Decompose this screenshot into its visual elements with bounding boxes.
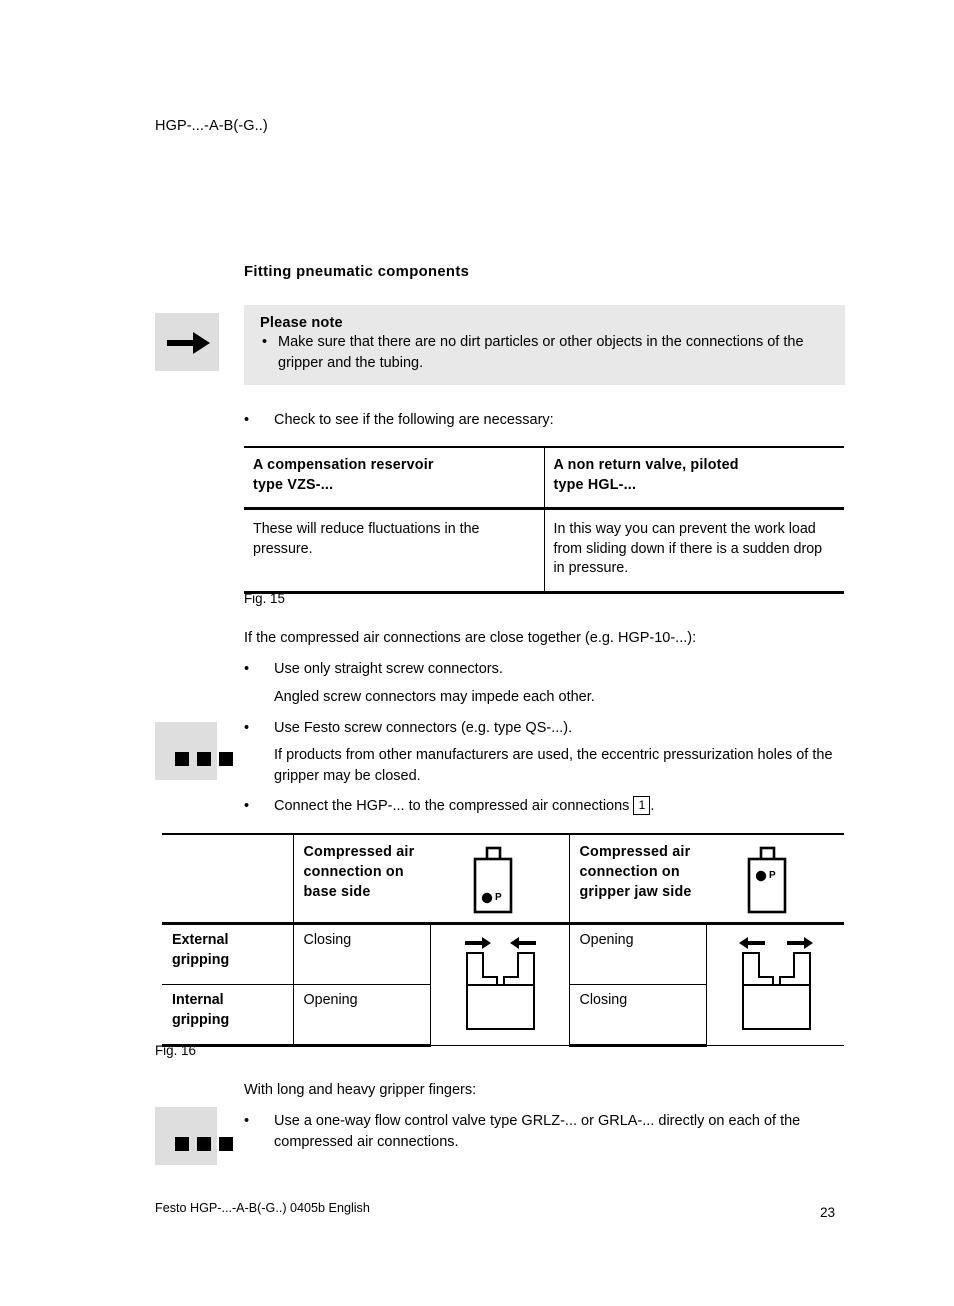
running-header: HGP-...-A-B(-G..) xyxy=(155,118,268,134)
header-base-line2: connection on xyxy=(303,863,404,880)
bottom-intro-paragraph: With long and heavy gripper fingers: xyxy=(244,1082,477,1098)
table2-row-label-external: External gripping xyxy=(162,923,293,985)
bullet-marker: • xyxy=(244,661,250,677)
gripping-behaviour-table: Compressed air connection on base side P xyxy=(162,833,844,1047)
bullet-marker: • xyxy=(244,798,250,814)
dot-square-icon xyxy=(197,752,211,766)
dot-square-icon xyxy=(175,752,189,766)
row-label-internal-line2: gripping xyxy=(172,1011,230,1028)
table2-cell-internal-jaw: Closing xyxy=(568,984,706,1047)
figure-caption-15: Fig. 15 xyxy=(244,591,285,606)
table-row-external: External gripping Closing Opening xyxy=(162,923,844,1046)
section-heading: Fitting pneumatic components xyxy=(244,264,470,280)
table2-header-corner xyxy=(162,833,293,925)
table-row: These will reduce fluctuations in the pr… xyxy=(244,508,844,595)
table1-header-left: A compensation reservoir type VZS-... xyxy=(244,445,545,510)
footer-document-id: Festo HGP-...-A-B(-G..) 0405b English xyxy=(155,1201,370,1215)
gripper-opening-diagram xyxy=(707,925,845,1045)
table-header-row: A compensation reservoir type VZS-... A … xyxy=(244,445,844,510)
dots-icon-box xyxy=(155,722,233,780)
jaw-port-icon: P xyxy=(706,843,844,922)
please-note-title: Please note xyxy=(260,315,343,331)
mid-bullet-1: • Use only straight screw connectors. xyxy=(244,659,854,680)
mid-bullet-1-sub: Angled screw connectors may impede each … xyxy=(274,689,595,705)
please-note-bullet: • Make sure that there are no dirt parti… xyxy=(260,332,831,373)
table1-header-right-line1: A non return valve, piloted xyxy=(553,457,739,473)
table1-cell-left: These will reduce fluctuations in the pr… xyxy=(244,508,545,595)
row-label-internal-line1: Internal xyxy=(172,992,224,1008)
mid-bullet-2-sub: If products from other manufacturers are… xyxy=(274,747,833,785)
necessary-components-table: A compensation reservoir type VZS-... A … xyxy=(244,445,844,595)
gripper-opening-glyph xyxy=(738,937,813,1030)
svg-text:P: P xyxy=(769,870,776,881)
table1-header-right: A non return valve, piloted type HGL-... xyxy=(544,445,844,510)
check-bullet-text: Check to see if the following are necess… xyxy=(274,412,554,428)
table1-header-left-line2: type VZS-... xyxy=(253,476,334,493)
bullet-marker: • xyxy=(244,720,250,736)
dot-square-icon xyxy=(197,1137,211,1151)
dot-square-icon xyxy=(175,1137,189,1151)
table2-cell-external-jaw: Opening xyxy=(568,923,706,985)
row-label-external-line2: gripping xyxy=(172,951,230,968)
bullet-marker: • xyxy=(244,1113,250,1129)
table2-cell-external-base: Closing xyxy=(292,923,430,985)
reference-box-1: 1 xyxy=(633,796,651,816)
dot-square-icon xyxy=(219,752,233,766)
gripper-base-port-glyph: P xyxy=(473,846,513,914)
gripper-closing-diagram xyxy=(431,925,569,1045)
header-jaw-line3: gripper jaw side xyxy=(579,883,692,900)
connect-text-pre: Connect the HGP-... to the compressed ai… xyxy=(274,798,630,814)
bullet-marker: • xyxy=(244,412,250,428)
figure-caption-16: Fig. 16 xyxy=(155,1043,196,1058)
mid-intro-paragraph: If the compressed air connections are cl… xyxy=(244,630,697,646)
table2-base-diagram-cell xyxy=(429,923,569,1046)
table2-header-base-icon-cell: P xyxy=(430,833,569,925)
header-jaw-line1: Compressed air xyxy=(579,844,691,860)
mid-bullet-2-text: Use Festo screw connectors (e.g. type QS… xyxy=(274,720,573,736)
table1-header-left-line1: A compensation reservoir xyxy=(253,457,434,473)
bottom-bullet: • Use a one-way flow control valve type … xyxy=(244,1111,854,1154)
table2-cell-internal-base: Opening xyxy=(292,984,430,1047)
table2-header-jaw-icon-cell: P xyxy=(706,833,844,925)
please-note-body: Please note • Make sure that there are n… xyxy=(244,305,845,385)
document-page: HGP-...-A-B(-G..) Fitting pneumatic comp… xyxy=(0,0,954,1306)
table2-header-jaw-label: Compressed air connection on gripper jaw… xyxy=(568,833,706,925)
header-base-line1: Compressed air xyxy=(303,844,415,860)
bullet-marker: • xyxy=(262,334,268,350)
header-jaw-line2: connection on xyxy=(579,863,680,880)
bottom-bullet-text: Use a one-way flow control valve type GR… xyxy=(274,1113,801,1151)
mid-bullet-2: • Use Festo screw connectors (e.g. type … xyxy=(244,718,854,739)
gripper-jaw-port-glyph: P xyxy=(747,846,787,914)
gripper-closing-glyph xyxy=(464,937,536,1030)
dots-icon-box xyxy=(155,1107,233,1165)
table2-header-base-label: Compressed air connection on base side xyxy=(292,833,430,925)
table2-row-label-internal: Internal gripping xyxy=(162,984,293,1047)
please-note-block: Please note • Make sure that there are n… xyxy=(155,305,845,385)
please-note-bullet-text: Make sure that there are no dirt particl… xyxy=(278,334,804,371)
mid-bullet-3-text: Connect the HGP-... to the compressed ai… xyxy=(274,796,854,817)
connect-text-post: . xyxy=(650,798,655,814)
arrow-right-glyph xyxy=(167,332,210,354)
dot-square-icon xyxy=(219,1137,233,1151)
table-header-row: Compressed air connection on base side P xyxy=(162,833,844,925)
mid-bullet-3: • Connect the HGP-... to the compressed … xyxy=(244,796,854,817)
check-bullet: • Check to see if the following are nece… xyxy=(244,410,844,431)
svg-text:P: P xyxy=(495,892,502,903)
table2-jaw-diagram-cell xyxy=(705,923,845,1046)
page-number: 23 xyxy=(820,1205,836,1220)
header-base-line3: base side xyxy=(303,883,371,900)
arrow-right-icon xyxy=(155,313,219,371)
mid-bullet-1-text: Use only straight screw connectors. xyxy=(274,661,503,677)
base-port-icon: P xyxy=(430,843,569,922)
table1-header-right-line2: type HGL-... xyxy=(553,476,637,493)
row-label-external-line1: External xyxy=(172,932,229,948)
table1-cell-right: In this way you can prevent the work loa… xyxy=(544,508,844,595)
